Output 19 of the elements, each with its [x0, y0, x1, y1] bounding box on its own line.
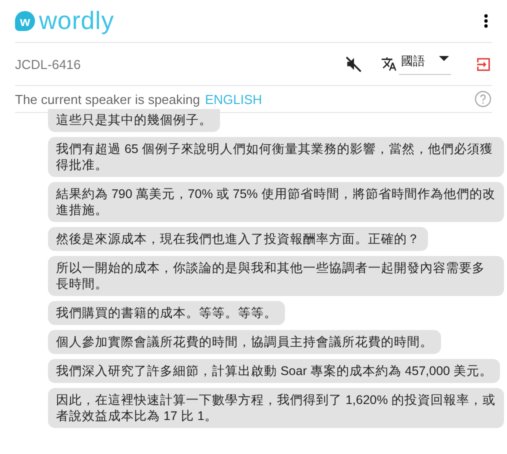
- speaker-status: The current speaker is speaking: [15, 92, 200, 106]
- caption-bubble: 結果約為 790 萬美元，70% 或 75% 使用節省時間，將節省時間作為他們的改進措施。: [48, 182, 504, 222]
- caret-icon: [439, 56, 449, 62]
- logo-mark: w: [15, 11, 35, 31]
- speaker-language: ENGLISH: [204, 92, 262, 106]
- language-select[interactable]: 國語: [399, 53, 451, 75]
- translate-icon: [381, 56, 397, 72]
- caption-bubble: 我們購買的書籍的成本。等等。等等。: [48, 301, 285, 325]
- caption-bubble: 我們有超過 65 個例子來說明人們如何衡量其業務的影響，當然，他們必須獲得批准。: [48, 137, 504, 177]
- caption-bubble: 所以一開始的成本，你談論的是與我和其他一些協調者一起開發內容需要多長時間。: [48, 256, 504, 296]
- caption-bubble: 這些只是其中的幾個例子。: [48, 109, 220, 132]
- caption-bubble: 然後是來源成本，現在我們也進入了投資報酬率方面。正確的？: [48, 227, 428, 251]
- caption-bubble: 個人參加實際會議所花費的時間，協調員主持會議所花費的時間。: [48, 330, 441, 354]
- session-code: JCDL-6416: [15, 56, 81, 72]
- caption-bubble: 因此，在這裡快速計算一下數學方程，我們得到了 1,620% 的投資回報率，或者說效益成本比為 17 比 1。: [48, 388, 504, 428]
- caption-bubble: 我們深入研究了許多細節，計算出啟動 Soar 專案的成本約為 457,000 美元。: [48, 359, 500, 383]
- exit-icon[interactable]: [475, 56, 492, 72]
- logo-text: wordly: [39, 6, 114, 36]
- speaker-muted-icon[interactable]: [345, 55, 363, 73]
